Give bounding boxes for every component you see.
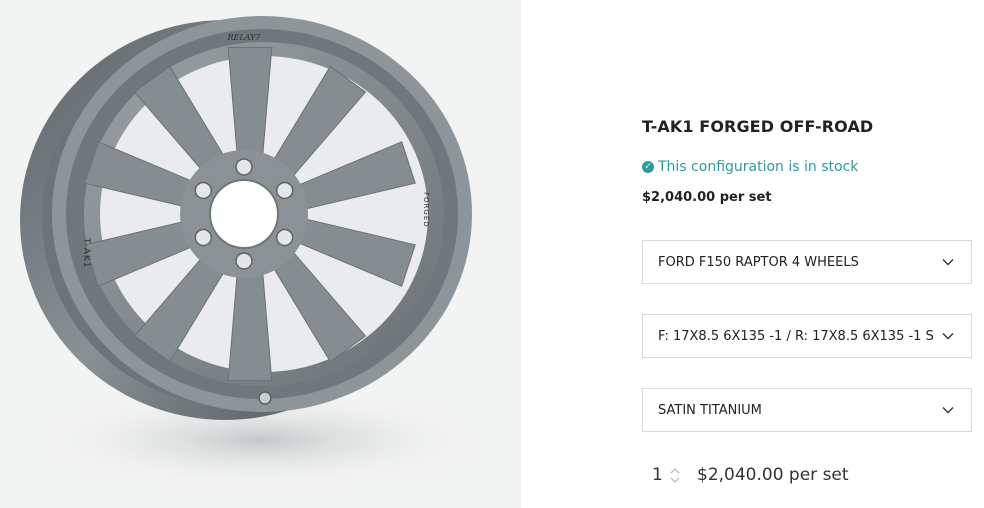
chevron-down-icon: [942, 407, 954, 414]
quantity-input[interactable]: 1: [642, 465, 663, 485]
lug-nut: [194, 228, 213, 247]
stepper-down-icon[interactable]: [670, 477, 680, 483]
wheel-label-left: T-AK1: [81, 237, 91, 269]
quantity-stepper[interactable]: [669, 465, 681, 485]
stepper-up-icon[interactable]: [670, 467, 680, 474]
finish-select[interactable]: SATIN TITANIUM: [642, 388, 972, 432]
lug-nut: [235, 158, 253, 176]
product-image-panel: T-AK1 FORGED RELAY7: [0, 0, 521, 508]
check-circle-icon: ✓: [642, 161, 654, 173]
chevron-down-icon: [942, 333, 954, 340]
product-title: T-AK1 FORGED OFF-ROAD: [642, 117, 874, 136]
wheel-image: T-AK1 FORGED RELAY7: [20, 16, 490, 490]
lug-nut: [275, 228, 294, 247]
vehicle-select-value: FORD F150 RAPTOR 4 WHEELS: [658, 254, 859, 270]
stock-text: This configuration is in stock: [658, 159, 859, 175]
lug-nut: [235, 252, 253, 270]
size-select[interactable]: F: 17X8.5 6X135 -1 / R: 17X8.5 6X135 -1 …: [642, 314, 972, 358]
lug-nut: [275, 181, 294, 200]
finish-select-value: SATIN TITANIUM: [658, 402, 762, 418]
chevron-down-icon: [942, 259, 954, 266]
wheel-logo: RELAY7: [227, 33, 262, 42]
size-select-value: F: 17X8.5 6X135 -1 / R: 17X8.5 6X135 -1 …: [658, 328, 934, 344]
price-per-set: $2,040.00 per set: [642, 190, 772, 205]
vehicle-select[interactable]: FORD F150 RAPTOR 4 WHEELS: [642, 240, 972, 284]
stock-status: ✓ This configuration is in stock: [642, 159, 858, 175]
lug-nut: [194, 181, 213, 200]
wheel-label-right: FORGED: [422, 192, 430, 228]
total-price: $2,040.00 per set: [697, 465, 849, 485]
quantity-row: 1 $2,040.00 per set: [642, 465, 849, 485]
